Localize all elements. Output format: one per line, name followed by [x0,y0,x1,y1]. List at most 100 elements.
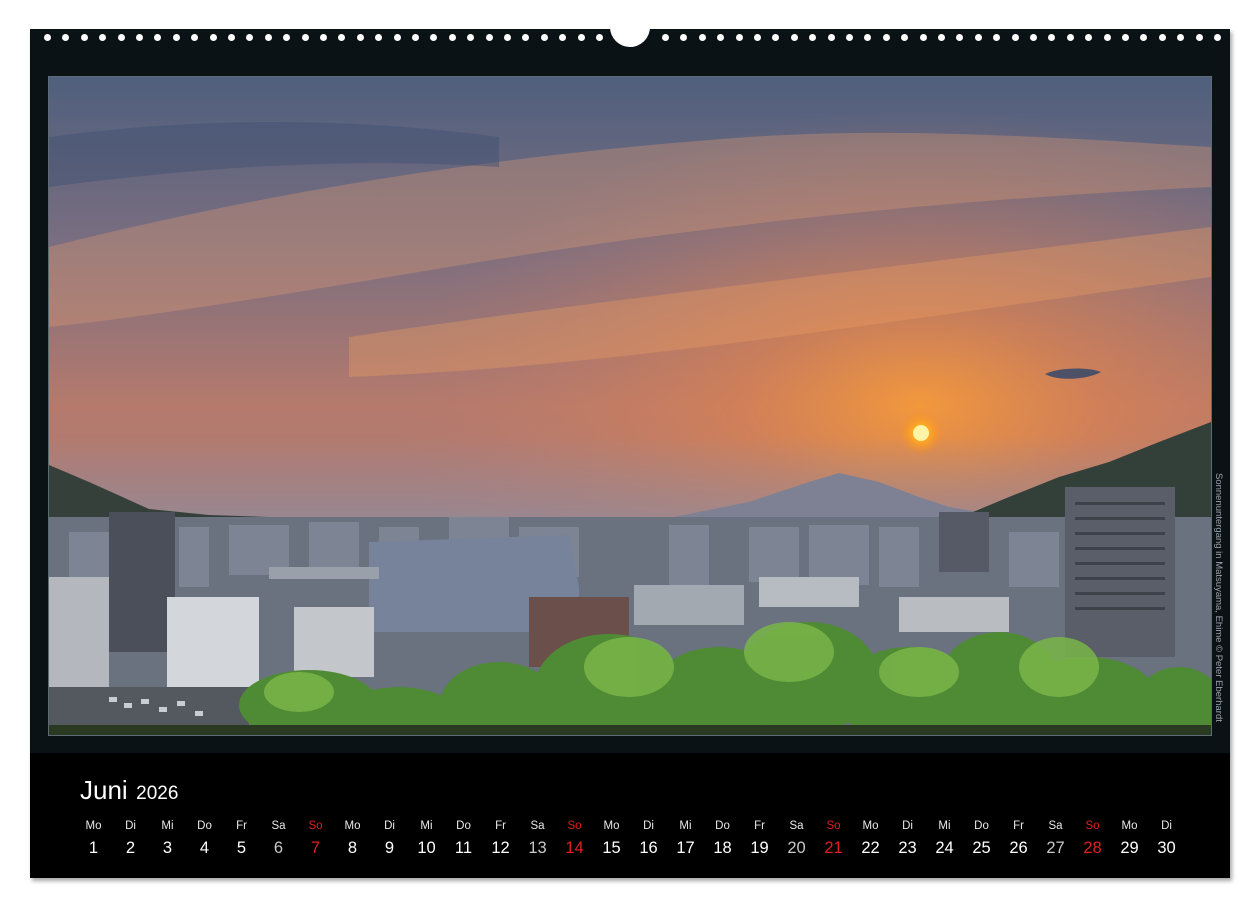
day-number: 24 [935,839,954,857]
day-number: 26 [1009,839,1028,857]
day-cell: Fr 26 [1000,819,1037,859]
weekday-label: Sa [789,820,804,832]
weekday-label: Mo [603,820,620,832]
weekday-label: Mi [679,820,692,832]
binding-hole [1011,34,1019,41]
day-cell: Sa 13 [519,819,556,859]
day-cell: Do 11 [445,819,482,859]
binding-hole [1085,34,1093,41]
day-number: 21 [824,839,843,857]
photo-credit-text: Sonnenuntergang in Matsuyama, Ehime © Pe… [1213,473,1224,722]
weekday-label: Mi [420,820,433,832]
binding-hole [430,34,438,41]
day-cell: Sa 27 [1037,819,1074,859]
day-number: 30 [1157,839,1176,857]
binding-hole [393,34,401,41]
day-cell: Fr 12 [482,819,519,859]
weekday-label: Mo [344,820,361,832]
binding-hole [356,34,364,41]
binding-hole [172,34,180,41]
day-number: 10 [417,839,436,857]
binding-hole [754,34,761,41]
day-number: 2 [125,839,136,857]
binding-hole [264,34,272,41]
weekday-label: Sa [1048,820,1063,832]
day-number: 15 [602,839,621,857]
day-cell: Di 16 [630,819,667,859]
day-cell: Sa 20 [778,819,815,859]
binding-hole [698,34,706,41]
binding-hole [136,34,143,41]
day-number: 7 [310,839,321,857]
day-cell: Mo 22 [852,819,889,859]
binding-hole [956,34,964,41]
day-number: 18 [713,839,732,857]
day-cell: Mo 1 [75,819,112,859]
day-cell: Mi 10 [408,819,445,859]
weekday-label: Do [456,820,471,832]
day-cell: Fr 19 [741,819,778,859]
day-cell: So 21 [815,819,852,859]
day-number: 13 [528,839,547,857]
day-number: 11 [454,839,473,857]
weekday-label: Mi [161,820,174,832]
day-number: 28 [1083,839,1102,857]
binding-hole [448,34,456,41]
day-cell: Mi 24 [926,819,963,859]
day-number: 12 [491,839,510,857]
weekday-label: Fr [495,820,506,832]
binding-hole [864,34,872,41]
binding-hole [338,34,346,41]
binding-hole [1122,34,1129,41]
day-cell: So 28 [1074,819,1111,859]
day-cell: So 7 [297,819,334,859]
date-strip: Juni 2026 Mo 1 Di 2 Mi 3 Do 4 Fr 5 Sa 6 So 7 Mo 8 Di 9 Mi 1… [30,753,1230,878]
day-cell: So 14 [556,819,593,859]
day-number: 29 [1120,839,1139,857]
weekday-label: So [308,820,323,832]
binding-hole [735,34,743,41]
binding-hole [154,34,162,41]
day-number: 6 [273,839,284,857]
binding-hole [1048,34,1056,41]
binding-hole [191,34,199,41]
binding-hole [301,34,309,41]
month-name: Juni [80,775,128,805]
binding-hole [209,34,217,41]
year-label: 2026 [136,783,179,804]
binding-hole [1030,34,1037,41]
weekday-label: Di [902,820,913,832]
binding-hole [246,34,254,41]
binding-hole [522,34,530,41]
binding-hole [1158,34,1166,41]
binding-hole [717,34,725,41]
day-cell: Do 18 [704,819,741,859]
weekday-label: Do [197,820,212,832]
weekday-label: Di [125,820,136,832]
day-cell: Mo 15 [593,819,630,859]
day-number: 1 [88,839,99,857]
day-number: 9 [384,839,395,857]
binding-hole [1066,34,1074,41]
binding-hole [412,34,419,41]
binding-hole [467,34,475,41]
day-cell: Mi 3 [149,819,186,859]
sunset-city-photo [48,76,1212,736]
day-number: 4 [199,839,210,857]
binding-hole [901,34,909,41]
weekday-label: Mi [938,820,951,832]
weekday-label: Sa [271,820,286,832]
day-number: 23 [898,839,917,857]
binding-hole [504,34,511,41]
binding-hole [99,34,107,41]
month-title: Juni 2026 [80,775,178,806]
binding-hole [283,34,291,41]
binding-hole [577,34,585,41]
binding-hole [1177,34,1185,41]
binding-hole [809,34,817,41]
day-number: 3 [162,839,173,857]
day-cell: Mo 8 [334,819,371,859]
day-cell: Mi 17 [667,819,704,859]
binding-hole [540,34,548,41]
weekday-label: Do [974,820,989,832]
